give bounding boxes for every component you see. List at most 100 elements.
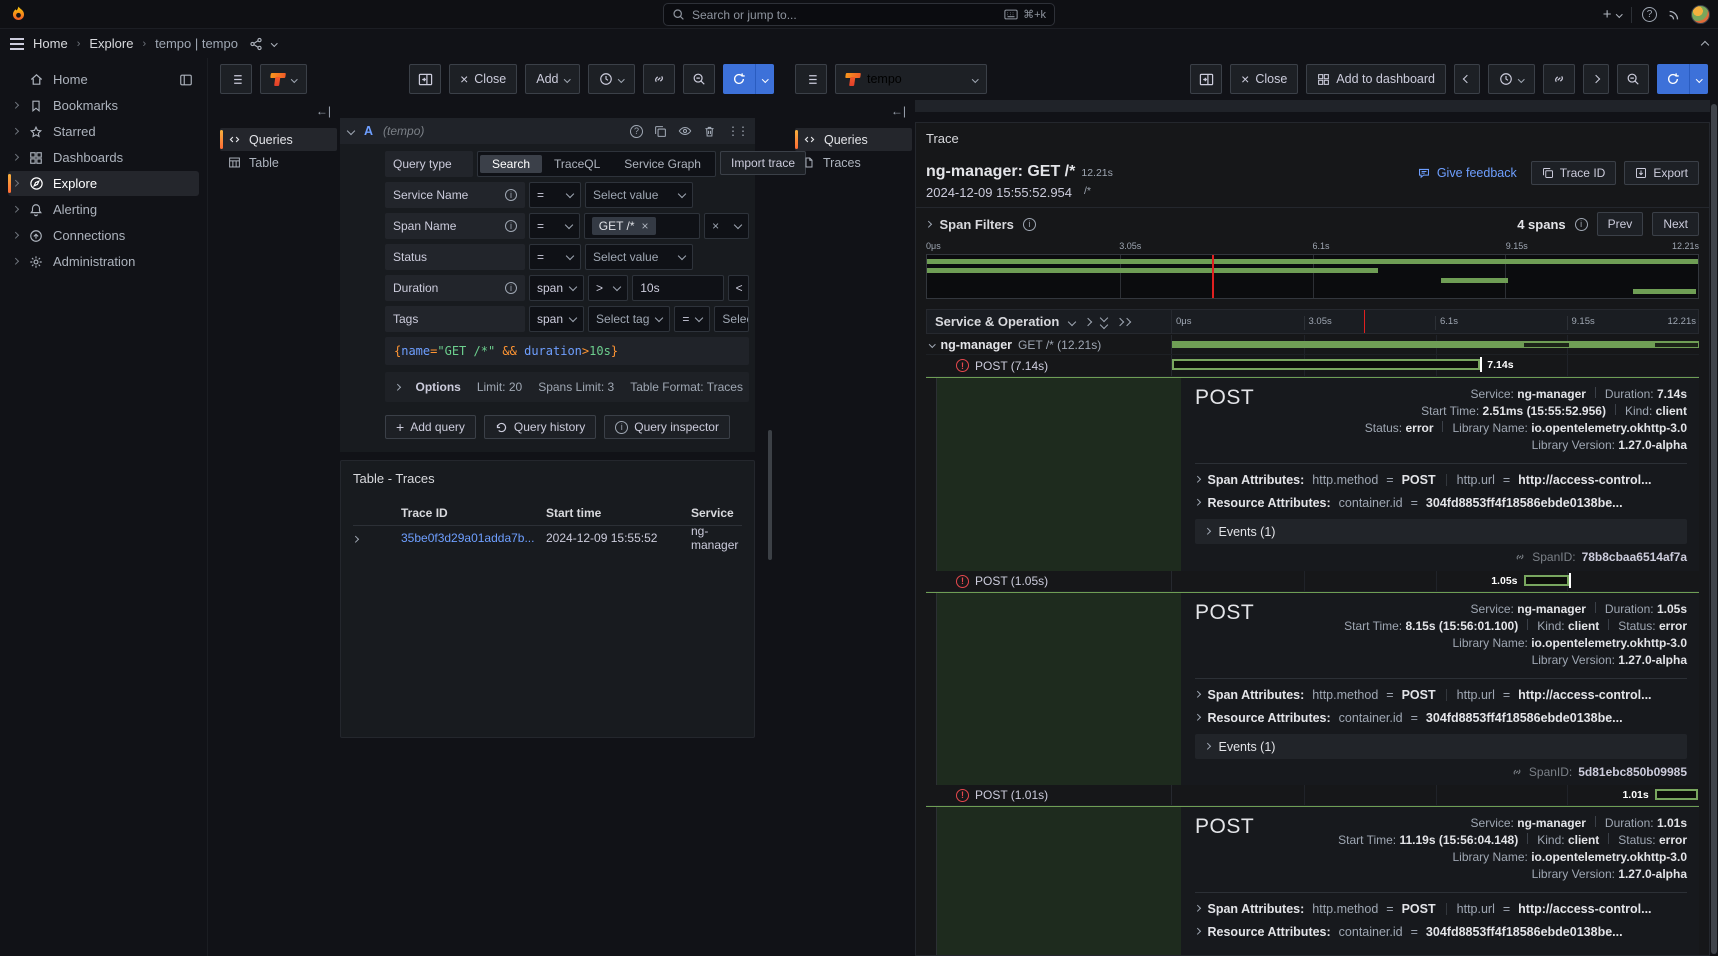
span-row-post-2[interactable]: ! POST (1.05s) 1.05s	[926, 571, 1699, 592]
trace-minimap[interactable]: 0μs 3.05s 6.1s 9.15s 12.21s	[926, 241, 1699, 299]
service-name-value-select[interactable]: Select value	[585, 182, 693, 208]
expand-all-icon[interactable]	[1084, 317, 1092, 325]
resource-attributes-row[interactable]: Resource Attributes: container.id=304fd8…	[1195, 920, 1687, 943]
user-avatar[interactable]	[1691, 5, 1710, 24]
expand-options-icon[interactable]	[394, 384, 400, 390]
span-bar-post-2[interactable]	[1524, 575, 1569, 586]
tags-key-select[interactable]: Select tag	[588, 306, 670, 332]
sidebar-item-starred[interactable]: Starred	[8, 119, 199, 144]
query-options-row[interactable]: Options Limit: 20 Spans Limit: 3 Table F…	[385, 372, 749, 402]
zoom-out-button-right[interactable]	[1617, 64, 1649, 94]
expand-icon[interactable]	[1195, 714, 1200, 720]
query-list-button[interactable]	[220, 64, 252, 94]
run-query-button-right[interactable]	[1657, 64, 1709, 94]
expand-icon[interactable]	[1195, 928, 1200, 934]
add-query-button[interactable]: +Add query	[385, 415, 476, 439]
prev-span-button[interactable]: Prev	[1597, 212, 1644, 236]
service-name-operator-select[interactable]: =	[529, 182, 581, 208]
col-service[interactable]: Service	[691, 506, 742, 520]
col-start-time[interactable]: Start time	[546, 506, 691, 520]
rail-item-table-left[interactable]: Table	[220, 151, 337, 174]
span-row-post-3[interactable]: ! POST (1.01s) 1.01s	[926, 785, 1699, 806]
run-query-button-left[interactable]	[723, 64, 775, 94]
query-history-button[interactable]: Query history	[484, 415, 596, 439]
span-name-value-select[interactable]: GET /* ×	[584, 213, 700, 239]
sidebar-item-home[interactable]: Home	[8, 67, 199, 92]
sidebar-item-connections[interactable]: Connections	[8, 223, 199, 248]
give-feedback-link[interactable]: Give feedback	[1417, 166, 1517, 180]
remove-chip-icon[interactable]: ×	[642, 219, 649, 233]
root-span-bar[interactable]	[1172, 341, 1699, 348]
collapse-all-icon[interactable]	[1068, 317, 1076, 325]
sidebar-item-explore[interactable]: Explore	[8, 171, 199, 196]
news-icon[interactable]	[1667, 8, 1681, 22]
add-button-left[interactable]: Add	[525, 64, 580, 94]
span-name-clear-select[interactable]: ×	[704, 213, 749, 239]
breadcrumb-explore[interactable]: Explore	[89, 36, 133, 51]
col-trace-id[interactable]: Trace ID	[401, 506, 546, 520]
collapse-children-icon[interactable]	[929, 341, 935, 347]
events-row[interactable]: Events (1)	[1195, 734, 1687, 759]
expand-icon[interactable]	[1195, 499, 1200, 505]
new-menu-button[interactable]: +	[1603, 6, 1621, 23]
datasource-picker-left[interactable]	[260, 64, 307, 94]
expand-one-icon[interactable]	[1117, 319, 1130, 325]
resource-attributes-row[interactable]: Resource Attributes: container.id=304fd8…	[1195, 706, 1687, 729]
breadcrumb-chevron-icon[interactable]	[271, 40, 277, 46]
expand-icon[interactable]	[1204, 528, 1210, 534]
expand-span-filters-icon[interactable]	[925, 221, 931, 227]
tab-traceql[interactable]: TraceQL	[542, 155, 612, 173]
link-icon[interactable]	[1511, 766, 1523, 778]
collapse-top-icon[interactable]	[1702, 37, 1708, 51]
collapsed-query-row[interactable]	[915, 100, 1710, 114]
link-icon[interactable]	[1514, 551, 1526, 563]
span-row-post-1[interactable]: ! POST (7.14s) 7.14s	[926, 355, 1699, 377]
grafana-logo-icon[interactable]	[9, 5, 28, 24]
menu-toggle-icon[interactable]	[10, 38, 24, 50]
close-left-pane-button[interactable]: × Close	[449, 64, 517, 94]
query-list-button-right[interactable]	[795, 64, 827, 94]
tab-service-graph[interactable]: Service Graph	[612, 155, 713, 173]
next-span-button[interactable]: Next	[1652, 212, 1699, 236]
split-pane-button-right[interactable]	[1190, 64, 1222, 94]
query-inspector-button[interactable]: i Query inspector	[604, 415, 730, 439]
collapse-rail-icon-right[interactable]: ←|	[795, 100, 912, 128]
duration-value-input[interactable]: 10s	[632, 275, 723, 301]
zoom-out-button-left[interactable]	[683, 64, 715, 94]
breadcrumb-home[interactable]: Home	[33, 36, 68, 51]
expand-icon[interactable]	[1195, 905, 1200, 911]
link-split-button-left[interactable]	[643, 64, 675, 94]
query-row-header[interactable]: A (tempo) ? ⋮⋮	[340, 118, 755, 144]
clear-icon[interactable]: ×	[712, 219, 719, 233]
duration-max-operator-select[interactable]: <	[728, 275, 749, 301]
split-pane-button[interactable]	[409, 64, 441, 94]
left-pane-scrollbar[interactable]	[768, 430, 772, 560]
expand-icon[interactable]	[1195, 476, 1200, 482]
tab-search[interactable]: Search	[480, 155, 542, 173]
trace-id-link[interactable]: 35be0f3d29a01adda7b...	[401, 531, 546, 545]
expand-icon[interactable]	[1204, 743, 1210, 749]
export-button[interactable]: Export	[1624, 161, 1699, 185]
events-row[interactable]: Events (1)	[1195, 519, 1687, 544]
remove-query-icon[interactable]	[703, 125, 716, 138]
sidebar-item-alerting[interactable]: Alerting	[8, 197, 199, 222]
status-operator-select[interactable]: =	[529, 244, 581, 270]
resource-attributes-row[interactable]: Resource Attributes: container.id=304fd8…	[1195, 491, 1687, 514]
duration-operator-select[interactable]: >	[588, 275, 628, 301]
tags-operator-select[interactable]: =	[674, 306, 710, 332]
time-range-button-right[interactable]	[1488, 64, 1535, 94]
tags-scope-select[interactable]: span	[529, 306, 584, 332]
hide-query-icon[interactable]	[678, 124, 692, 138]
link-split-button-right[interactable]	[1543, 64, 1575, 94]
time-range-button-left[interactable]	[588, 64, 635, 94]
trace-id-button[interactable]: Trace ID	[1531, 161, 1617, 185]
span-bar-post-1[interactable]	[1172, 359, 1480, 370]
help-icon[interactable]: ?	[1642, 7, 1657, 22]
expand-icon[interactable]	[1195, 691, 1200, 697]
collapse-query-icon[interactable]	[347, 127, 355, 135]
row-expander-icon[interactable]	[353, 531, 401, 545]
right-pane-scrollbar[interactable]	[1711, 104, 1717, 954]
time-shift-back-button[interactable]	[1454, 64, 1480, 94]
duration-scope-select[interactable]: span	[529, 275, 584, 301]
minimap-canvas[interactable]	[926, 254, 1699, 299]
